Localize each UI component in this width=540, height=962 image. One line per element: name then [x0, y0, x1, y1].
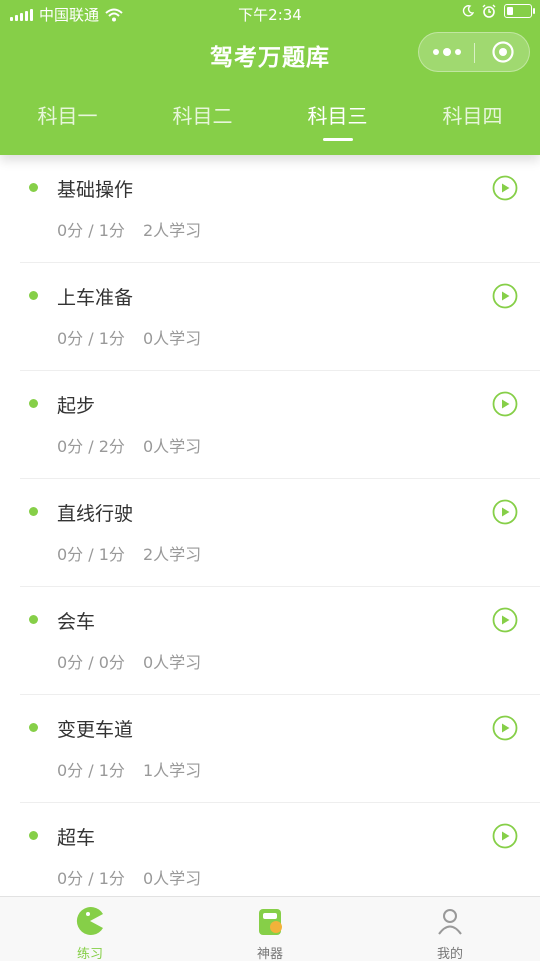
item-learners: 1人学习: [142, 761, 202, 780]
list-item[interactable]: 会车 0分 / 0分 0人学习: [20, 587, 540, 695]
item-learners: 0人学习: [142, 653, 202, 672]
subject-tabs: 科目一 科目二 科目三 科目四: [0, 100, 540, 141]
play-icon[interactable]: [492, 175, 518, 201]
tabbar-label: 神器: [256, 947, 283, 962]
tabbar-label: 练习: [76, 947, 103, 962]
battery-icon: [504, 4, 535, 18]
item-learners: 0人学习: [142, 869, 202, 888]
bullet-dot: [29, 399, 38, 408]
item-score: 0分 / 1分: [57, 329, 125, 348]
item-learners: 2人学习: [142, 545, 202, 564]
item-score: 0分 / 1分: [57, 761, 125, 780]
app-header: 中国联通 下午2:34 驾考万题库 科目一 科目二 科目三 科目四: [0, 0, 540, 155]
item-title: 上车准备: [57, 287, 134, 309]
item-meta: 0分 / 1分 0人学习: [57, 325, 219, 349]
item-title: 起步: [57, 395, 96, 417]
item-title: 直线行驶: [57, 503, 134, 525]
item-score: 0分 / 1分: [57, 869, 125, 888]
play-icon[interactable]: [492, 283, 518, 309]
item-meta: 0分 / 1分 0人学习: [57, 865, 219, 889]
tabbar-item-tools[interactable]: 神器: [180, 897, 360, 962]
bullet-dot: [29, 723, 38, 732]
list-item[interactable]: 上车准备 0分 / 1分 0人学习: [20, 263, 540, 371]
bullet-dot: [29, 615, 38, 624]
tabbar-item-me[interactable]: 我的: [360, 897, 540, 962]
item-learners: 2人学习: [142, 221, 202, 240]
bullet-dot: [29, 831, 38, 840]
play-icon[interactable]: [492, 499, 518, 525]
user-icon: [438, 909, 462, 935]
lesson-list: 基础操作 0分 / 1分 2人学习 上车准备 0分 / 1分 0人学习 起步 0分 …: [0, 155, 540, 910]
alarm-icon: [482, 4, 496, 18]
item-title: 会车: [57, 611, 96, 633]
tabbar-label: 我的: [436, 947, 463, 962]
item-meta: 0分 / 1分 2人学习: [57, 541, 219, 565]
tab-subject-3[interactable]: 科目三: [270, 100, 405, 141]
active-tab-indicator: [322, 138, 353, 141]
item-title: 超车: [57, 827, 96, 849]
list-item[interactable]: 基础操作 0分 / 1分 2人学习: [20, 155, 540, 263]
status-right: [462, 4, 535, 18]
item-title: 变更车道: [57, 719, 134, 741]
nav-bar: 驾考万题库: [0, 28, 540, 80]
item-meta: 0分 / 0分 0人学习: [57, 649, 219, 673]
list-item[interactable]: 变更车道 0分 / 1分 1人学习: [20, 695, 540, 803]
close-target-icon[interactable]: [475, 33, 530, 71]
bullet-dot: [29, 183, 38, 192]
list-item[interactable]: 直线行驶 0分 / 1分 2人学习: [20, 479, 540, 587]
play-icon[interactable]: [492, 715, 518, 741]
tab-subject-1[interactable]: 科目一: [0, 100, 135, 140]
item-learners: 0人学习: [142, 437, 202, 456]
list-item[interactable]: 超车 0分 / 1分 0人学习: [20, 803, 540, 910]
status-time: 下午2:34: [238, 6, 302, 24]
item-meta: 0分 / 1分 1人学习: [57, 757, 219, 781]
tab-subject-4[interactable]: 科目四: [405, 100, 540, 140]
status-bar: 中国联通 下午2:34: [0, 0, 540, 28]
item-score: 0分 / 1分: [57, 545, 125, 564]
play-icon[interactable]: [492, 607, 518, 633]
bullet-dot: [29, 507, 38, 516]
pacman-icon: [76, 907, 103, 935]
mini-program-capsule: [418, 32, 530, 72]
item-score: 0分 / 2分: [57, 437, 125, 456]
item-meta: 0分 / 1分 2人学习: [57, 217, 219, 241]
more-dots-icon[interactable]: [419, 33, 474, 71]
tab-subject-2[interactable]: 科目二: [135, 100, 270, 140]
play-icon[interactable]: [492, 391, 518, 417]
play-icon[interactable]: [492, 823, 518, 849]
tabbar-item-practice[interactable]: 练习: [0, 897, 180, 962]
bottom-tab-bar: 练习 神器 我的: [0, 896, 540, 962]
item-title: 基础操作: [57, 179, 134, 201]
item-score: 0分 / 1分: [57, 221, 125, 240]
list-item[interactable]: 起步 0分 / 2分 0人学习: [20, 371, 540, 479]
item-learners: 0人学习: [142, 329, 202, 348]
toolbox-icon: [259, 909, 282, 935]
item-score: 0分 / 0分: [57, 653, 125, 672]
moon-icon: [462, 5, 474, 17]
bullet-dot: [29, 291, 38, 300]
item-meta: 0分 / 2分 0人学习: [57, 433, 219, 457]
